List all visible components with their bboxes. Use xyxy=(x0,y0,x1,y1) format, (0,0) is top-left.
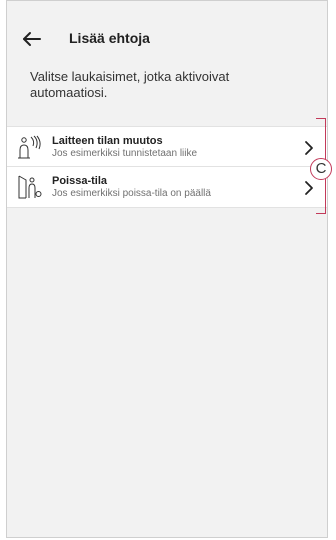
trigger-description: Jos esimerkiksi poissa-tila on päällä xyxy=(52,188,211,199)
device-state-change-icon xyxy=(18,135,41,159)
back-button[interactable] xyxy=(18,25,46,53)
phone-screen: Lisää ehtoja Valitse laukaisimet, jotka … xyxy=(6,0,328,538)
page-title: Lisää ehtoja xyxy=(69,30,150,46)
trigger-device-state-change[interactable]: Laitteen tilan muutos Jos esimerkiksi tu… xyxy=(7,126,327,167)
away-mode-icon xyxy=(18,175,42,199)
chevron-right-icon xyxy=(305,181,313,195)
trigger-label: Poissa-tila xyxy=(52,175,108,187)
trigger-away-mode[interactable]: Poissa-tila Jos esimerkiksi poissa-tila … xyxy=(7,167,327,208)
app-header: Lisää ehtoja xyxy=(7,21,327,57)
intro-text: Valitse laukaisimet, jotka aktivoivat au… xyxy=(30,69,230,100)
trigger-label: Laitteen tilan muutos xyxy=(52,135,163,147)
arrow-left-icon xyxy=(23,32,41,46)
trigger-list: Laitteen tilan muutos Jos esimerkiksi tu… xyxy=(7,126,327,208)
trigger-description: Jos esimerkiksi tunnistetaan liike xyxy=(52,148,198,159)
chevron-right-icon xyxy=(305,141,313,155)
annotation-callout: C xyxy=(310,158,332,180)
